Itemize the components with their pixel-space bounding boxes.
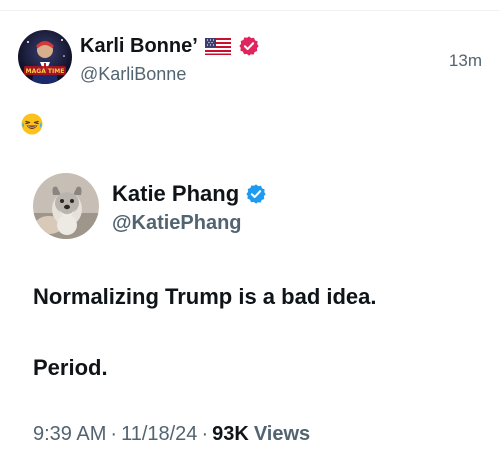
author-name-row: Karli Bonne’ (80, 33, 260, 59)
us-flag-icon (204, 37, 231, 55)
author-display-name[interactable]: Karli Bonne’ (80, 33, 198, 59)
quoted-tweet-date[interactable]: 11/18/24 (121, 421, 197, 447)
verified-badge-icon (246, 184, 266, 204)
quoted-tweet-time[interactable]: 9:39 AM (33, 421, 106, 447)
meta-separator: · (201, 423, 209, 445)
quoted-tweet-meta: 9:39 AM · 11/18/24 · 93K Views (33, 421, 310, 447)
laughing-emoji-icon: 😂 (21, 113, 43, 135)
tweet-timestamp[interactable]: 13m (449, 50, 482, 72)
quoted-tweet-text-line-1: Normalizing Trump is a bad idea. (33, 284, 377, 309)
verified-badge-shape (239, 36, 259, 56)
author-avatar[interactable]: MAGA TIME (18, 30, 72, 84)
quoted-author-display-name[interactable]: Katie Phang (112, 180, 239, 208)
views-label: Views (253, 423, 311, 445)
verified-badge-shape (246, 184, 266, 204)
top-divider (0, 10, 500, 11)
quoted-author-avatar[interactable] (33, 173, 99, 239)
avatar-badge-text: MAGA TIME (26, 68, 65, 75)
author-handle[interactable]: @KarliBonne (80, 63, 186, 85)
verified-badge-icon (239, 36, 259, 56)
meta-separator: · (110, 423, 118, 445)
quoted-author-name-row: Katie Phang (112, 180, 267, 208)
views-count[interactable]: 93K (212, 421, 249, 447)
quoted-tweet-text-line-2: Period. (33, 355, 108, 380)
quoted-author-handle[interactable]: @KatiePhang (112, 210, 242, 236)
